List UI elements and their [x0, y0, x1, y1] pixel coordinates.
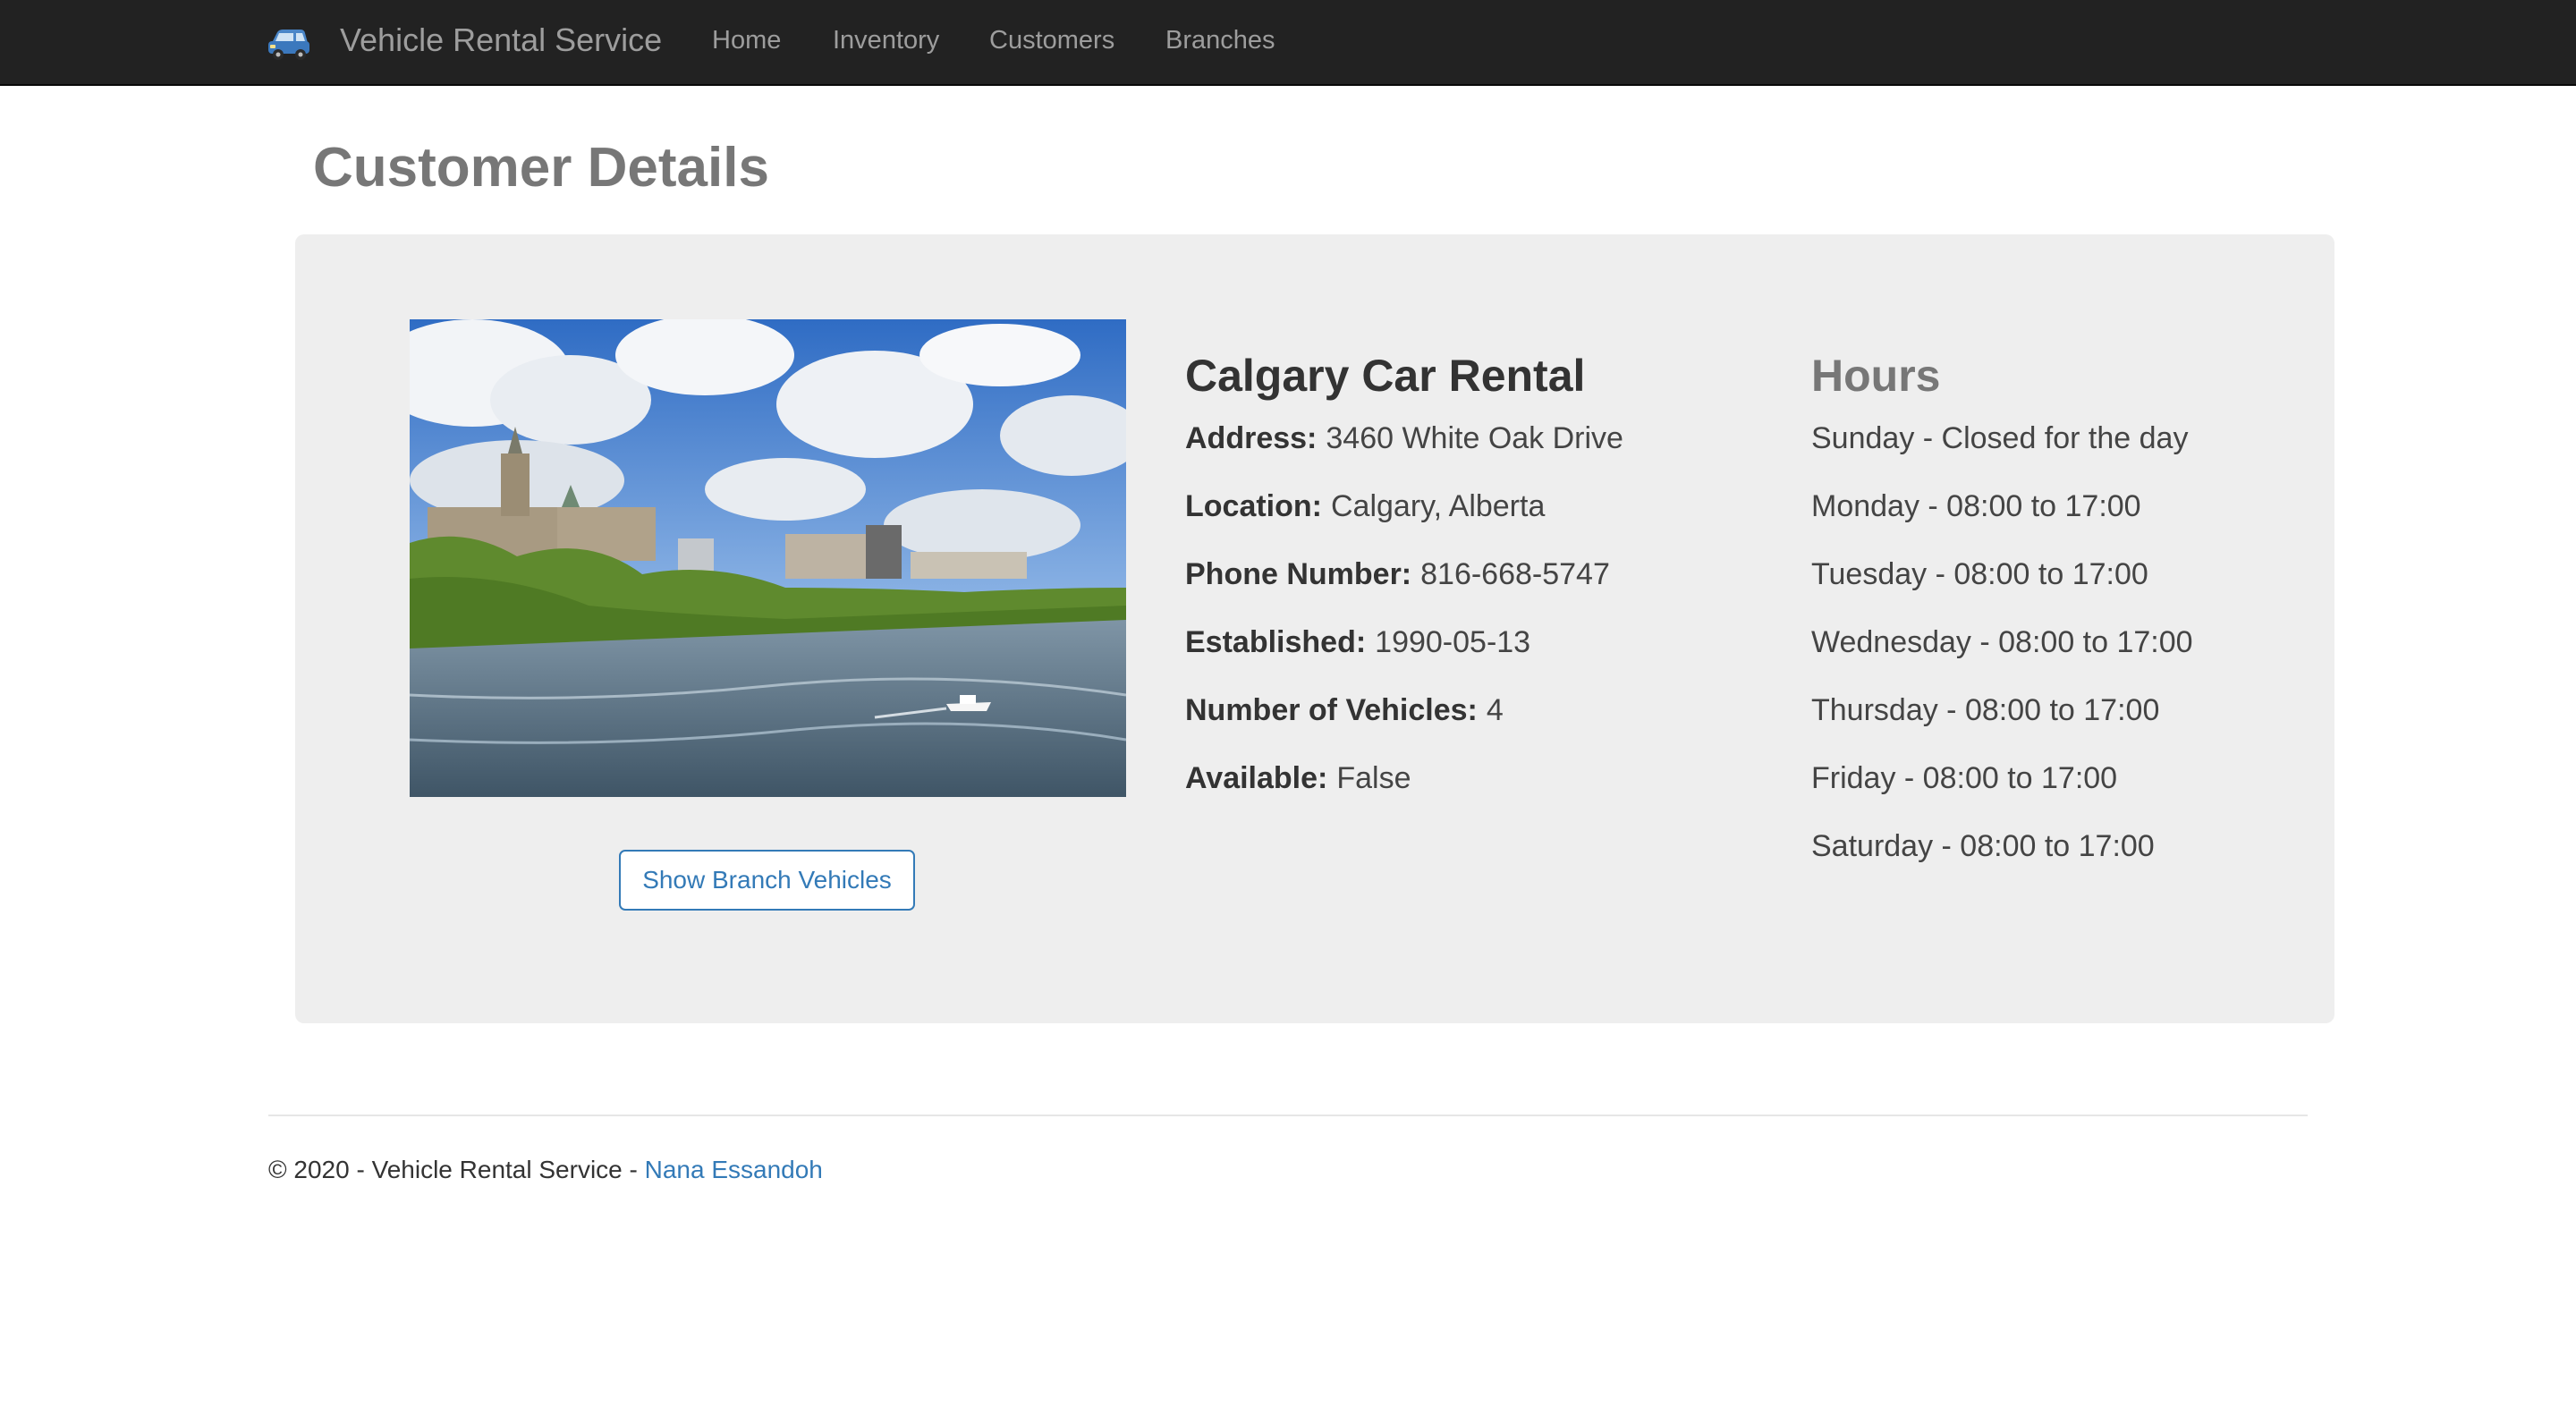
detail-label: Location:	[1185, 489, 1322, 523]
hours-row: Friday - 08:00 to 17:00	[1811, 761, 2118, 795]
hours-row: Tuesday - 08:00 to 17:00	[1811, 557, 2148, 591]
page-title: Customer Details	[313, 137, 769, 199]
detail-location: Location: Calgary, Alberta	[1185, 487, 1545, 526]
hours-row: Monday - 08:00 to 17:00	[1811, 489, 2141, 523]
footer-copyright: © 2020 - Vehicle Rental Service -	[268, 1156, 645, 1183]
branch-photo	[410, 319, 1126, 797]
hours-row: Wednesday - 08:00 to 17:00	[1811, 625, 2193, 659]
hours-row: Saturday - 08:00 to 17:00	[1811, 829, 2155, 863]
detail-value: 4	[1486, 693, 1504, 727]
show-branch-vehicles-button[interactable]: Show Branch Vehicles	[619, 850, 915, 911]
nav-link-branches[interactable]: Branches	[1165, 23, 1275, 57]
branch-photo-image	[410, 319, 1126, 797]
detail-value: 3460 White Oak Drive	[1326, 421, 1623, 455]
detail-value: Calgary, Alberta	[1330, 489, 1546, 523]
hours-title: Hours	[1811, 351, 1941, 401]
detail-phone: Phone Number: 816-668-5747	[1185, 555, 1610, 594]
detail-label: Phone Number:	[1185, 557, 1412, 591]
brand-link[interactable]: Vehicle Rental Service	[340, 20, 662, 61]
detail-label: Address:	[1185, 421, 1318, 455]
hours-row: Thursday - 08:00 to 17:00	[1811, 693, 2160, 727]
detail-established: Established: 1990-05-13	[1185, 623, 1530, 662]
detail-available: Available: False	[1185, 759, 1411, 798]
nav-link-customers[interactable]: Customers	[989, 23, 1114, 57]
navbar: Vehicle Rental Service Home Inventory Cu…	[0, 0, 2576, 86]
detail-label: Available:	[1185, 761, 1328, 795]
nav-link-inventory[interactable]: Inventory	[833, 23, 939, 57]
detail-vehicle-count: Number of Vehicles: 4	[1185, 691, 1504, 730]
detail-value: False	[1336, 761, 1411, 795]
car-icon[interactable]	[267, 25, 311, 64]
footer: © 2020 - Vehicle Rental Service - Nana E…	[268, 1154, 823, 1186]
footer-divider	[268, 1115, 2308, 1116]
detail-label: Established:	[1185, 625, 1367, 659]
footer-author-link[interactable]: Nana Essandoh	[645, 1156, 823, 1183]
detail-label: Number of Vehicles:	[1185, 693, 1478, 727]
detail-address: Address: 3460 White Oak Drive	[1185, 419, 1623, 458]
detail-value: 1990-05-13	[1375, 625, 1531, 659]
nav-link-home[interactable]: Home	[712, 23, 781, 57]
branch-card: Show Branch Vehicles Calgary Car Rental …	[295, 234, 2334, 1023]
hours-row: Sunday - Closed for the day	[1811, 421, 2189, 455]
branch-name: Calgary Car Rental	[1185, 351, 1586, 401]
detail-value: 816-668-5747	[1420, 557, 1610, 591]
